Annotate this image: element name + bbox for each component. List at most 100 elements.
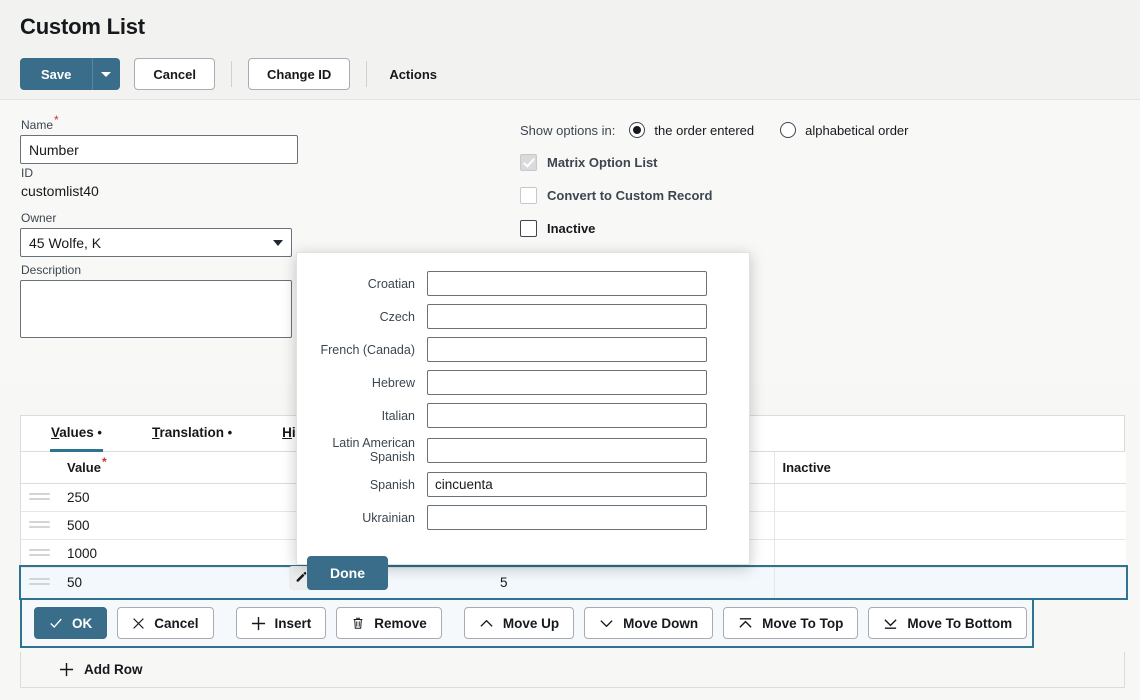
czech-label: Czech [379,309,415,324]
row-action-toolbar: OK Cancel Insert Remove Move Up Move Dow… [20,600,1034,648]
primary-toolbar: Save Cancel Change ID Actions [20,58,1120,90]
row-drag-handle-cell[interactable] [21,539,59,568]
name-input[interactable] [20,135,298,164]
drag-handle-icon[interactable] [29,520,50,530]
chevron-up-bar-icon [739,617,752,628]
trash-icon [353,617,363,629]
move-to-bottom-button-label: Move To Bottom [907,615,1013,631]
ukrainian-label: Ukrainian [362,510,415,525]
tab-translation[interactable]: Translation • [138,416,246,452]
radio-order-entered-label: the order entered [654,122,755,138]
tab-history-accesskey: H [282,425,292,440]
row-inactive [773,483,1126,512]
croatian-label: Croatian [367,276,415,291]
row-value: 1000 [59,539,234,568]
hebrew-label: Hebrew [371,375,415,390]
convert-custom-record-checkbox [520,187,537,204]
drag-handle-icon[interactable] [29,578,50,587]
move-to-bottom-button[interactable]: Move To Bottom [868,607,1028,639]
matrix-option-list-checkbox [520,154,537,171]
move-to-top-button[interactable]: Move To Top [723,607,859,639]
chevron-down-icon [273,240,283,246]
required-asterisk: * [54,113,59,127]
move-down-button-label: Move Down [623,615,699,631]
latin-american-spanish-input[interactable] [427,437,707,463]
move-to-top-button-label: Move To Top [762,615,844,631]
french-canada-input[interactable] [427,337,707,362]
inactive-checkbox[interactable] [520,220,537,237]
owner-select[interactable]: 45 Wolfe, K [20,228,292,257]
modal-field-row: Italian [297,403,729,428]
row-drag-handle-cell[interactable] [21,567,59,598]
cancel-row-button-label: Cancel [154,615,199,631]
x-icon [133,617,145,629]
change-id-button[interactable]: Change ID [248,58,351,90]
required-asterisk: * [101,455,107,470]
check-icon [50,618,62,628]
spanish-label: Spanish [369,477,415,492]
plus-icon [251,616,265,630]
save-button[interactable]: Save [20,58,93,90]
move-down-button[interactable]: Move Down [584,607,714,639]
done-button[interactable]: Done [307,556,388,590]
modal-field-row: Latin American Spanish [297,436,729,464]
row-drag-handle-cell[interactable] [21,483,59,512]
description-textarea[interactable] [20,280,292,338]
add-row-button[interactable]: Add Row [53,661,149,678]
ok-button-label: OK [72,615,93,631]
inactive-label: Inactive [547,221,596,236]
tab-values[interactable]: Values • [37,416,116,452]
drag-handle-icon[interactable] [29,492,50,502]
chevron-down-icon [600,619,613,627]
hebrew-input[interactable] [427,370,707,395]
translation-popup: Croatian Czech French (Canada) Hebrew It… [296,252,750,590]
latin-american-spanish-label: Latin American Spanish [332,436,415,464]
id-label: ID [21,166,33,180]
convert-custom-record-label: Convert to Custom Record [547,188,713,203]
row-value: 250 [59,483,234,512]
matrix-option-list-label: Matrix Option List [547,155,658,170]
radio-alphabetical-order-label: alphabetical order [805,122,909,138]
row-drag-handle-cell[interactable] [21,511,59,540]
owner-select-value: 45 Wolfe, K [29,234,102,251]
name-field-group: Name* [20,113,520,164]
add-row-button-label: Add Row [84,662,143,677]
ok-button[interactable]: OK [34,607,108,639]
toolbar-divider [366,61,368,87]
row-inactive [773,539,1126,568]
id-field-group: ID customlist40 [20,166,520,203]
actions-menu[interactable]: Actions [383,67,443,82]
owner-label: Owner [21,211,57,225]
ukrainian-input[interactable] [427,505,707,530]
italian-label: Italian [381,408,415,423]
matrix-option-list-row: Matrix Option List [520,154,935,171]
croatian-input[interactable] [427,271,707,296]
spanish-input[interactable] [427,472,707,497]
radio-order-entered[interactable] [629,122,646,138]
col-inactive-header: Inactive [773,452,1126,484]
radio-alphabetical-order[interactable] [780,122,797,138]
cancel-button[interactable]: Cancel [134,58,216,90]
tab-values-label: alues [59,425,94,440]
move-up-button[interactable]: Move Up [463,607,575,639]
czech-input[interactable] [427,304,707,329]
row-inactive[interactable] [773,567,1126,598]
cancel-row-button[interactable]: Cancel [117,607,214,639]
italian-input[interactable] [427,403,707,428]
insert-button-label: Insert [274,615,312,631]
modal-field-row: Hebrew [297,370,729,395]
remove-button-label: Remove [374,615,427,631]
remove-button[interactable]: Remove [336,607,442,639]
insert-button[interactable]: Insert [235,607,327,639]
chevron-down-bar-icon [884,618,897,629]
page-header: Custom List Save Cancel Change ID Action… [0,0,1140,100]
tab-translation-dot: • [224,425,233,440]
save-dropdown-button[interactable] [92,58,121,90]
owner-field-group: Owner 45 Wolfe, K [20,211,520,257]
drag-handle-icon[interactable] [29,548,50,558]
modal-field-row: Ukrainian [297,505,729,530]
row-value[interactable]: 50 [59,567,234,598]
chevron-up-icon [480,619,493,627]
col-value-header: Value* [59,452,234,484]
name-label: Name* [21,113,59,132]
